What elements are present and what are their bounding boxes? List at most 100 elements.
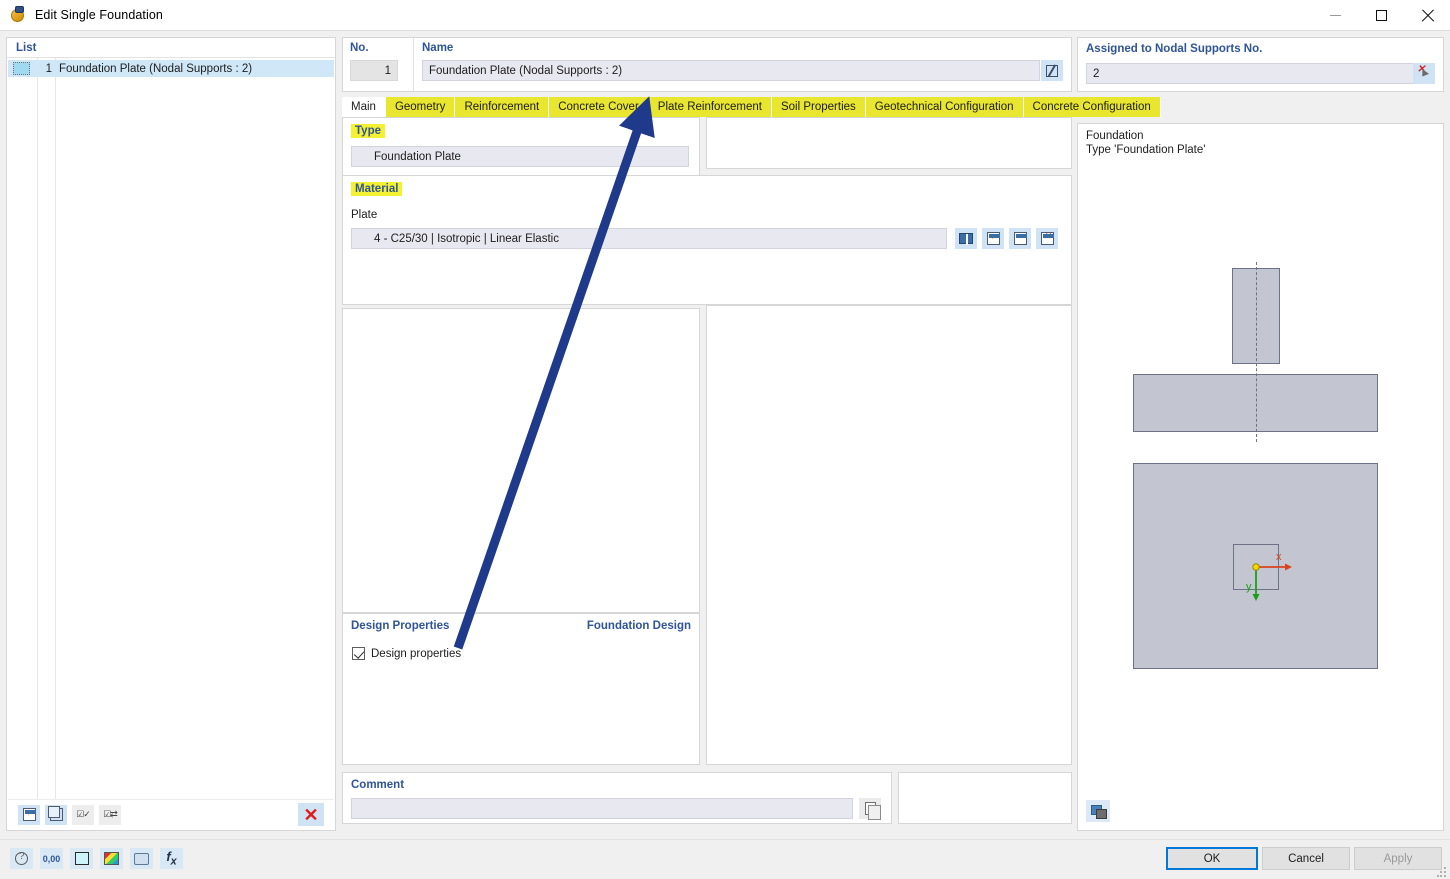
list-item-number: 1 [45,62,52,75]
window-controls [1312,0,1450,30]
foundation-design-label: Foundation Design [586,620,691,632]
new-material-button[interactable]: ✦ [982,228,1004,249]
close-button[interactable] [1404,0,1450,30]
copy-foundation-button[interactable] [45,804,67,825]
refresh-view-button[interactable] [1086,800,1110,822]
design-properties-checkbox[interactable] [352,647,365,660]
tab-label: Concrete Cover [558,101,639,113]
left-empty-panel [342,308,700,613]
foundation-list-panel: List 1 Foundation Plate (Nodal Supports … [6,37,336,831]
type-section: Type Foundation Plate [342,117,700,179]
type-select[interactable]: Foundation Plate [351,146,689,167]
new-foundation-button[interactable]: ✦ [18,804,40,825]
ok-button[interactable]: OK [1166,847,1258,870]
status-icon-group: 0,00 fx [10,848,183,869]
design-properties-label: Design Properties [351,620,450,632]
help-tooltip-toggle[interactable] [10,848,33,869]
tab-plate-reinforcement[interactable]: Plate Reinforcement [648,97,772,117]
app-icon [9,6,27,24]
copy-document-icon [47,806,63,821]
design-properties-section: Design Properties Foundation Design Desi… [342,613,700,765]
tab-geotechnical-configuration[interactable]: Geotechnical Configuration [865,97,1024,117]
window-title: Edit Single Foundation [35,8,163,22]
plate-material-select[interactable]: 4 - C25/30 | Isotropic | Linear Elastic [351,228,947,249]
copy-comment-icon [864,802,881,820]
formula-toggle[interactable]: fx [160,848,183,869]
edit-material-icon [1013,232,1027,245]
question-magnifier-icon [15,851,28,865]
apply-button: Apply [1354,847,1442,870]
tab-label: Reinforcement [464,101,540,113]
tab-main[interactable]: Main [342,97,386,117]
material-section: Material Plate 4 - C25/30 | Isotropic | … [342,175,1072,305]
maximize-button[interactable] [1358,0,1404,30]
comment-section: Comment [342,772,892,824]
invert-selection-icon: ☑⇄ [103,809,118,819]
type-section-right-filler [706,117,1072,169]
function-fx-icon: fx [166,849,177,868]
delete-material-icon: ✕ [1040,232,1054,245]
select-all-button[interactable]: ☑✓ [72,804,94,825]
preview-column-plan [1233,544,1279,590]
list-item-color-swatch [13,62,30,75]
display-properties-icon [104,852,119,865]
tab-concrete-configuration[interactable]: Concrete Configuration [1023,97,1161,117]
name-label: Name [422,42,454,54]
edit-material-button[interactable] [1009,228,1031,249]
new-document-icon: ✦ [22,808,36,821]
tab-reinforcement[interactable]: Reinforcement [455,97,550,117]
tab-label: Main [351,101,376,113]
cancel-button[interactable]: Cancel [1262,847,1350,870]
list-header: List [7,38,335,58]
select-in-model-icon: ✕ [1417,64,1431,81]
maximize-icon [1375,9,1387,21]
display-properties-toggle[interactable] [100,848,123,869]
name-input[interactable]: Foundation Plate (Nodal Supports : 2) [422,60,1040,81]
render-view-icon [134,852,149,865]
delete-material-button[interactable]: ✕ [1036,228,1058,249]
number-field-group: No. 1 [343,38,405,91]
preview-elevation-centerline [1256,262,1257,442]
list-header-label: List [16,41,37,54]
list-item-label: Foundation Plate (Nodal Supports : 2) [59,62,253,75]
resize-grip[interactable] [1437,867,1447,877]
plate-label: Plate [351,209,378,221]
render-view-toggle[interactable] [130,848,153,869]
list-column-divider-1 [37,58,38,808]
comment-input[interactable] [351,798,853,819]
list-item[interactable]: 1 Foundation Plate (Nodal Supports : 2) [8,60,334,77]
minimize-button[interactable] [1312,0,1358,30]
tab-bar: Main Geometry Reinforcement Concrete Cover P… [342,97,1161,117]
comment-section-filler [898,772,1072,824]
assigned-supports-section: Assigned to Nodal Supports No. 2 ✕ [1077,37,1444,92]
dialog-action-buttons: OK Cancel Apply [1166,847,1442,870]
window-titlebar: Edit Single Foundation [0,0,1450,31]
tab-label: Geotechnical Configuration [874,101,1014,113]
assigned-supports-input[interactable]: 2 [1086,63,1414,84]
tab-label: Concrete Configuration [1032,101,1151,113]
number-format-icon: 0,00 [42,853,61,864]
tab-label: Soil Properties [780,101,856,113]
number-input[interactable]: 1 [350,60,398,81]
tab-concrete-cover[interactable]: Concrete Cover [549,97,649,117]
decimal-places-toggle[interactable]: 0,00 [40,848,63,869]
comment-copy-button[interactable] [859,798,881,820]
new-material-icon: ✦ [986,232,1000,245]
select-in-model-button[interactable]: ✕ [1413,63,1435,84]
name-edit-button[interactable] [1041,60,1063,81]
tab-label: Plate Reinforcement [657,101,762,113]
name-field-group: Name Foundation Plate (Nodal Supports : … [413,38,1071,91]
material-library-button[interactable] [955,228,977,249]
design-properties-checkbox-row[interactable]: Design properties [352,647,461,660]
preview-title-line: Foundation [1086,130,1144,142]
check-all-icon: ☑✓ [76,809,91,819]
color-fill-toggle[interactable] [70,848,93,869]
right-empty-panel [706,305,1072,765]
delete-foundation-button[interactable]: ✕ [298,803,324,826]
tab-soil-properties[interactable]: Soil Properties [771,97,866,117]
tab-label: Geometry [394,101,446,113]
tab-geometry[interactable]: Geometry [385,97,456,117]
book-library-icon [959,233,973,245]
comment-label: Comment [351,779,405,791]
invert-selection-button[interactable]: ☑⇄ [99,804,121,825]
